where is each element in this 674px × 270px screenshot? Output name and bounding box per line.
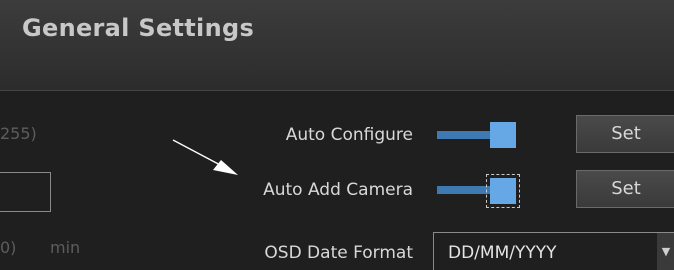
arrow-annotation-icon: [172, 139, 238, 175]
settings-panel: General Settings 255) 0) min Auto Config…: [0, 0, 674, 270]
